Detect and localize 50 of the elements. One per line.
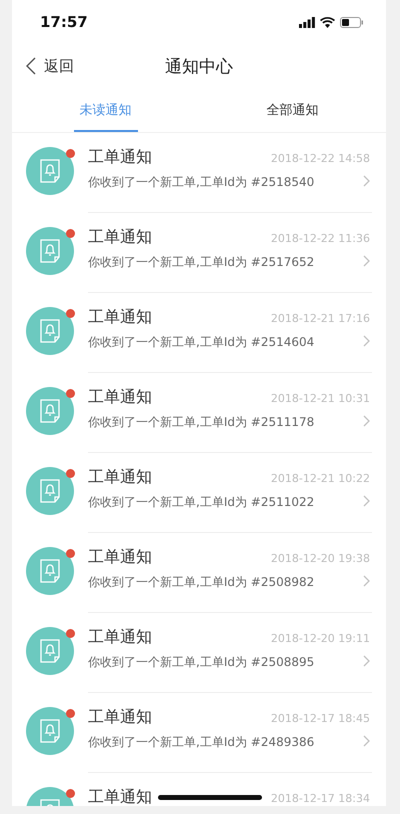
chevron-right-icon[interactable] xyxy=(363,415,370,427)
status-time: 17:57 xyxy=(40,13,88,31)
bell-document-icon xyxy=(39,399,61,423)
signal-icon xyxy=(299,16,315,28)
page-title: 通知中心 xyxy=(165,56,233,78)
notification-title: 工单通知 xyxy=(88,707,152,728)
notification-title: 工单通知 xyxy=(88,147,152,168)
bell-document-icon xyxy=(39,559,61,583)
wifi-icon xyxy=(320,16,335,28)
notification-title: 工单通知 xyxy=(88,467,152,488)
chevron-left-icon xyxy=(26,57,36,75)
battery-icon xyxy=(340,16,364,28)
notification-message: 你收到了一个新工单,工单Id为 #2511022 xyxy=(88,494,314,511)
notification-title: 工单通知 xyxy=(88,547,152,568)
notification-date: 2018-12-21 17:16 xyxy=(270,312,370,325)
notification-title: 工单通知 xyxy=(88,627,152,648)
notification-title: 工单通知 xyxy=(88,227,152,248)
notification-date: 2018-12-17 18:34 xyxy=(270,792,370,805)
chevron-right-icon[interactable] xyxy=(363,655,370,667)
tab[interactable]: 全部通知 xyxy=(260,88,324,132)
notification-title: 工单通知 xyxy=(88,307,152,328)
bell-document-icon xyxy=(39,479,61,503)
bell-document-icon xyxy=(39,639,61,663)
notification-message: 你收到了一个新工单,工单Id为 #2489386 xyxy=(88,734,314,751)
notification-message: 你收到了一个新工单,工单Id为 #2517652 xyxy=(88,254,314,271)
chevron-right-icon[interactable] xyxy=(363,175,370,187)
bell-document-icon xyxy=(39,239,61,263)
bell-document-icon xyxy=(39,159,61,183)
notification-date: 2018-12-22 14:58 xyxy=(270,152,370,165)
bell-document-icon xyxy=(39,319,61,343)
notification-title: 工单通知 xyxy=(88,787,152,806)
chevron-right-icon[interactable] xyxy=(363,255,370,267)
notification-message: 你收到了一个新工单,工单Id为 #2514604 xyxy=(88,334,314,351)
notification-date: 2018-12-20 19:38 xyxy=(270,552,370,565)
chevron-right-icon[interactable] xyxy=(363,335,370,347)
notification-message: 你收到了一个新工单,工单Id为 #2508982 xyxy=(88,574,314,591)
notification-message: 你收到了一个新工单,工单Id为 #2511178 xyxy=(88,414,314,431)
notification-date: 2018-12-21 10:31 xyxy=(270,392,370,405)
notification-date: 2018-12-22 11:36 xyxy=(270,232,370,245)
back-button[interactable]: 返回 xyxy=(12,56,80,76)
notification-date: 2018-12-21 10:22 xyxy=(270,472,370,485)
chevron-right-icon[interactable] xyxy=(363,575,370,587)
bell-document-icon xyxy=(39,719,61,743)
chevron-right-icon[interactable] xyxy=(363,495,370,507)
notification-date: 2018-12-20 19:11 xyxy=(270,632,370,645)
notification-title: 工单通知 xyxy=(88,387,152,408)
notification-date: 2018-12-17 18:45 xyxy=(270,712,370,725)
notification-message: 你收到了一个新工单,工单Id为 #2508895 xyxy=(88,654,314,671)
chevron-right-icon[interactable] xyxy=(363,735,370,747)
notification-message: 你收到了一个新工单,工单Id为 #2518540 xyxy=(88,174,314,191)
